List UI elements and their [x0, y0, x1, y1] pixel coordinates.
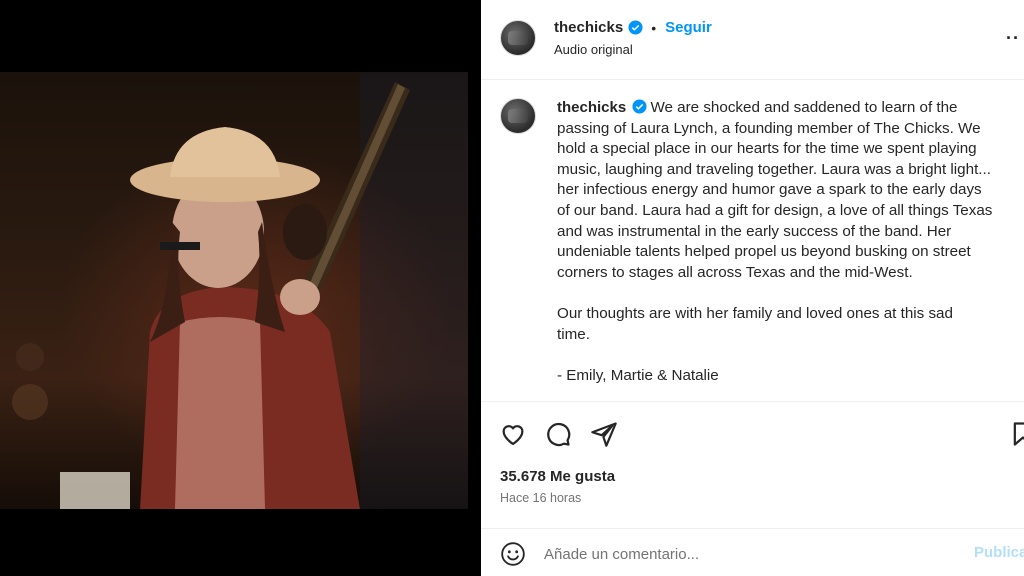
video-frame [12, 72, 468, 509]
paper-plane-icon[interactable] [590, 420, 618, 448]
verified-badge-icon [632, 99, 647, 114]
post-timestamp[interactable]: Hace 16 horas [500, 491, 581, 505]
caption-first-line: thechicks We are shocked and saddened to… [557, 98, 1007, 119]
publish-button[interactable]: Publicar [974, 544, 1024, 561]
heart-icon[interactable] [499, 420, 527, 448]
caption-text-line: undeniable talents helped propel us beyo… [557, 243, 971, 261]
caption-avatar[interactable] [500, 98, 536, 134]
author-username[interactable]: thechicks [554, 19, 623, 36]
video-player[interactable] [0, 72, 468, 509]
author-avatar[interactable] [500, 20, 536, 56]
more-dots-icon[interactable]: ·· [1006, 28, 1020, 49]
caption-text-line: her infectious energy and humor gave a s… [557, 181, 982, 199]
caption-text-line: time. [557, 325, 590, 343]
author-info: thechicks • Seguir [554, 19, 712, 36]
caption-text-line: hold a special place in our hearts for t… [557, 140, 977, 158]
bookmark-icon[interactable] [1009, 420, 1024, 448]
caption-text-line: passing of Laura Lynch, a founding membe… [557, 119, 981, 137]
likes-count[interactable]: 35.678 Me gusta [500, 468, 615, 485]
audio-label[interactable]: Audio original [554, 42, 633, 57]
caption-text-line: music, laughing and traveling together. … [557, 160, 991, 178]
action-bar [481, 403, 1024, 463]
comment-bar: Publicar [481, 528, 1024, 576]
follow-separator: • [651, 19, 657, 36]
media-pane [0, 0, 481, 576]
follow-button[interactable]: Seguir [665, 19, 712, 36]
post-caption: thechicks We are shocked and saddened to… [557, 98, 1007, 386]
caption-text-line: and was instrumental in the early succes… [557, 222, 952, 240]
comment-bubble-icon[interactable] [544, 420, 572, 448]
caption-username[interactable]: thechicks [557, 99, 626, 116]
caption-signature: - Emily, Martie & Natalie [557, 366, 719, 384]
comment-input[interactable] [544, 541, 964, 567]
caption-paragraph-gap [557, 283, 1007, 304]
caption-text-line: of our band. Laura had a gift for design… [557, 201, 993, 219]
caption-paragraph-gap [557, 345, 1007, 366]
post-panel: thechicks • Seguir Audio original ·· the… [481, 0, 1024, 576]
smiley-icon[interactable] [500, 541, 526, 567]
caption-text-line: We are shocked and saddened to learn of … [650, 99, 958, 116]
verified-badge-icon [628, 20, 643, 35]
caption-text-line: Our thoughts are with her family and lov… [557, 304, 953, 322]
caption-area[interactable]: thechicks We are shocked and saddened to… [481, 81, 1024, 402]
post-header: thechicks • Seguir Audio original ·· [481, 0, 1024, 80]
caption-text-line: corners to stages all across Texas and t… [557, 263, 913, 281]
